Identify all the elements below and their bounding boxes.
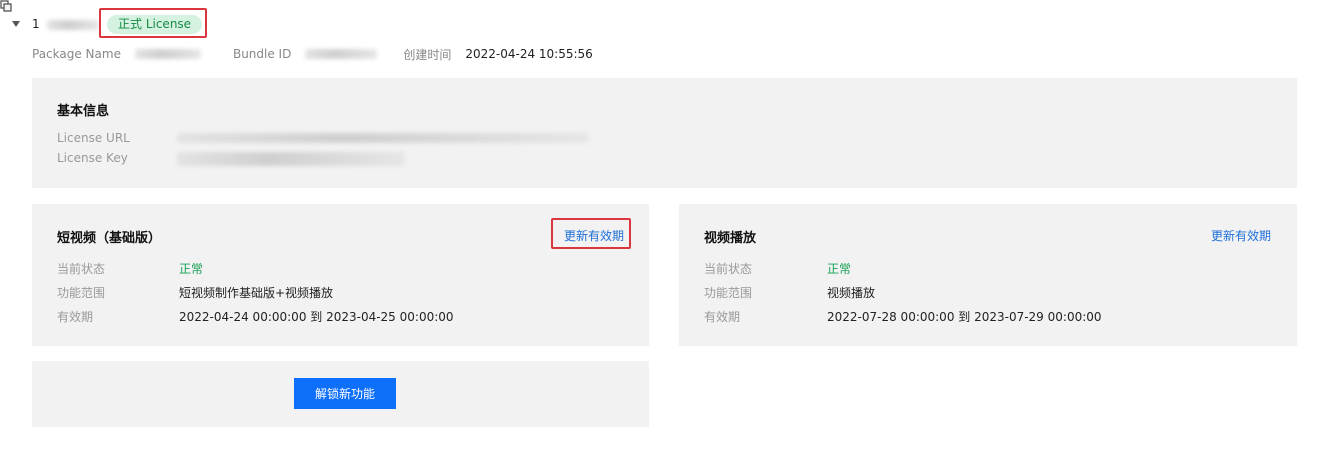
license-meta: Package Name Bundle ID 创建时间 2022-04-24 1…	[32, 45, 593, 63]
short-video-validity-row: 有效期 2022-04-24 00:00:00 到 2023-04-25 00:…	[57, 308, 454, 325]
short-video-status-row: 当前状态 正常	[57, 260, 203, 277]
validity-value: 2022-04-24 00:00:00 到 2023-04-25 00:00:0…	[179, 310, 454, 324]
validity-label: 有效期	[57, 310, 94, 324]
license-type-badge: 正式 License	[107, 15, 203, 34]
copy-icon[interactable]	[0, 0, 12, 12]
package-name-label: Package Name	[32, 47, 121, 61]
video-playback-validity-row: 有效期 2022-07-28 00:00:00 到 2023-07-29 00:…	[704, 308, 1102, 325]
status-value: 正常	[827, 262, 852, 276]
license-key-label: License Key	[57, 151, 128, 165]
redacted-id	[47, 19, 100, 30]
license-id: 1	[32, 17, 102, 31]
status-label: 当前状态	[704, 262, 753, 276]
video-playback-renew-link[interactable]: 更新有效期	[1211, 227, 1271, 244]
video-playback-scope-row: 功能范围 视频播放	[704, 284, 875, 301]
video-playback-panel: 视频播放 更新有效期 当前状态 正常 功能范围 视频播放 有效期 2022-07…	[679, 204, 1297, 346]
status-label: 当前状态	[57, 262, 106, 276]
unlock-features-button[interactable]: 解锁新功能	[294, 378, 396, 409]
license-url-label: License URL	[57, 131, 130, 145]
redacted-package-name	[134, 49, 201, 59]
license-id-prefix: 1	[32, 17, 40, 31]
redacted-license-key	[177, 152, 405, 166]
scope-value: 视频播放	[827, 286, 876, 300]
validity-value: 2022-07-28 00:00:00 到 2023-07-29 00:00:0…	[827, 310, 1102, 324]
created-time-value: 2022-04-24 10:55:56	[465, 47, 593, 61]
basic-info-panel: 基本信息 License URL License Key	[32, 78, 1297, 188]
scope-label: 功能范围	[704, 286, 753, 300]
short-video-scope-row: 功能范围 短视频制作基础版+视频播放	[57, 284, 333, 301]
scope-label: 功能范围	[57, 286, 106, 300]
bundle-id-label: Bundle ID	[232, 47, 292, 61]
video-playback-status-row: 当前状态 正常	[704, 260, 851, 277]
validity-label: 有效期	[704, 310, 741, 324]
video-playback-title: 视频播放	[704, 231, 757, 246]
license-header: 1	[12, 10, 102, 38]
redacted-license-url	[177, 133, 589, 143]
redacted-bundle-id	[305, 49, 378, 59]
status-value: 正常	[179, 262, 204, 276]
collapse-caret-icon[interactable]	[12, 21, 20, 27]
renew-highlight-box	[551, 218, 631, 249]
scope-value: 短视频制作基础版+视频播放	[179, 286, 334, 300]
created-time-label: 创建时间	[403, 47, 452, 62]
short-video-title: 短视频（基础版）	[57, 231, 162, 246]
basic-info-title: 基本信息	[57, 104, 110, 119]
